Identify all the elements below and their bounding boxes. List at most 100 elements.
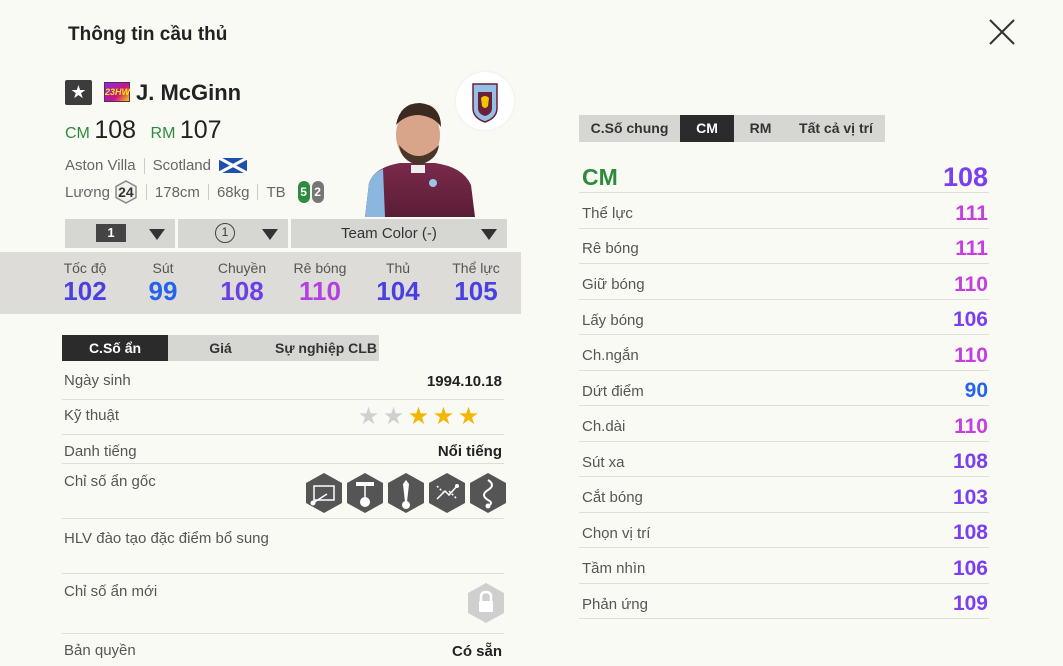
long-shot-trait-icon[interactable] bbox=[305, 472, 343, 514]
star-icon: ★ bbox=[70, 82, 87, 102]
wage-badge: 24 bbox=[114, 180, 138, 204]
training-value: 1 bbox=[215, 223, 235, 243]
fame-label: Danh tiếng bbox=[64, 443, 137, 460]
star-empty-icon: ★ bbox=[357, 403, 380, 430]
wage-value: 24 bbox=[118, 184, 134, 200]
skill-label: Kỹ thuật bbox=[64, 407, 120, 424]
stat-label: Phản ứng bbox=[582, 596, 648, 613]
tab-position-rm[interactable]: RM bbox=[734, 115, 787, 142]
stat-value: 111 bbox=[955, 237, 988, 260]
stat-label: Thể lực bbox=[582, 205, 633, 222]
stat-value: 108 bbox=[952, 450, 988, 473]
skill-foot-badge: 2 bbox=[311, 181, 324, 203]
traits-label: Chỉ số ẩn gốc bbox=[64, 473, 156, 490]
coach-trait-label: HLV đào tạo đặc điểm bổ sung bbox=[64, 530, 269, 547]
star-empty-icon: ★ bbox=[382, 403, 405, 430]
training-dropdown[interactable]: 1 bbox=[178, 219, 288, 248]
primary-ovr: 108 bbox=[94, 116, 137, 144]
stat-label: Chọn vị trí bbox=[582, 525, 651, 542]
row-divider bbox=[579, 512, 989, 513]
speed-dribbler-trait-icon[interactable] bbox=[387, 472, 425, 514]
wage-label: Lương bbox=[65, 183, 110, 201]
stat-value: 102 bbox=[63, 276, 107, 306]
stat-label: Sút bbox=[152, 260, 174, 276]
row-divider bbox=[579, 583, 989, 584]
traits-list bbox=[305, 472, 507, 514]
lock-icon[interactable] bbox=[467, 582, 505, 624]
primary-position: CM bbox=[65, 125, 90, 142]
tab-club-career[interactable]: Sự nghiệp CLB bbox=[273, 335, 379, 361]
player-name: J. McGinn bbox=[136, 80, 242, 105]
secondary-position: RM bbox=[150, 125, 176, 142]
main-stats-bar: Tốc độ 102 Sút 99 Chuyền 108 Rê bóng 110… bbox=[0, 252, 521, 314]
level-value: 1 bbox=[96, 224, 126, 242]
stat-label: Chuyền bbox=[217, 260, 267, 276]
stat-dribbling: Rê bóng 110 bbox=[280, 260, 360, 307]
birth-value: 1994.10.18 bbox=[426, 373, 502, 390]
tab-hidden-stats[interactable]: C.Số ẩn bbox=[62, 335, 168, 361]
club-crest bbox=[456, 72, 514, 130]
tab-price[interactable]: Giá bbox=[168, 335, 273, 361]
star-filled-icon: ★ bbox=[457, 403, 480, 430]
power-header-trait-icon[interactable] bbox=[346, 472, 384, 514]
stat-label: Rê bóng bbox=[293, 260, 347, 276]
divider bbox=[145, 184, 147, 200]
stat-value: 110 bbox=[954, 344, 988, 367]
row-divider bbox=[62, 399, 504, 400]
star-filled-icon: ★ bbox=[432, 403, 455, 430]
stat-value: 106 bbox=[952, 308, 988, 331]
stat-label: Rê bóng bbox=[582, 240, 639, 257]
nation-name: Scotland bbox=[152, 157, 211, 174]
stat-label: Lấy bóng bbox=[582, 312, 644, 329]
level-dropdown[interactable]: 1 bbox=[65, 219, 175, 248]
tab-all-positions[interactable]: Tất cả vị trí bbox=[787, 115, 885, 142]
row-divider bbox=[579, 547, 989, 548]
weak-foot-badge: 5 bbox=[297, 181, 310, 203]
physical-info-line: Lương 24 178cm 68kg TB 5 2 bbox=[65, 180, 324, 204]
close-button[interactable] bbox=[986, 16, 1018, 48]
selected-position: CM bbox=[582, 164, 618, 190]
season-badge: 23HW bbox=[104, 82, 130, 102]
stat-label: Thể lực bbox=[452, 260, 500, 276]
stat-value: 106 bbox=[952, 557, 988, 580]
divider bbox=[257, 184, 259, 200]
stat-value: 105 bbox=[454, 276, 498, 306]
height-value: 178cm bbox=[154, 183, 200, 201]
position-ratings: CM 108 RM 107 bbox=[65, 116, 232, 145]
favorite-star-button[interactable]: ★ bbox=[65, 80, 92, 105]
row-divider bbox=[579, 192, 989, 193]
skill-stars: ★ ★ ★ ★ ★ bbox=[356, 405, 481, 429]
stat-value: 104 bbox=[376, 276, 420, 306]
row-divider bbox=[579, 299, 989, 300]
tab-position-cm[interactable]: CM bbox=[680, 115, 734, 142]
club-name: Aston Villa bbox=[65, 157, 136, 174]
stat-value: 108 bbox=[220, 276, 264, 306]
playmaker-trait-icon[interactable] bbox=[428, 472, 466, 514]
page-title: Thông tin cầu thủ bbox=[68, 24, 228, 45]
stat-label: Cắt bóng bbox=[582, 489, 643, 506]
team-color-dropdown[interactable]: Team Color (-) bbox=[291, 219, 507, 248]
row-divider bbox=[579, 228, 989, 229]
stat-pace: Tốc độ 102 bbox=[45, 260, 125, 307]
secondary-ovr: 107 bbox=[179, 116, 222, 144]
fame-value: Nổi tiếng bbox=[437, 443, 502, 460]
dribble-trait-icon[interactable] bbox=[469, 472, 507, 514]
triangle-down-icon bbox=[481, 229, 497, 240]
stat-label: Thủ bbox=[385, 260, 411, 276]
row-divider bbox=[62, 633, 504, 634]
stat-value: 99 bbox=[148, 276, 178, 306]
tab-general-stats[interactable]: C.Số chung bbox=[579, 115, 680, 142]
stat-value: 110 bbox=[954, 273, 988, 296]
license-label: Bản quyền bbox=[64, 642, 136, 659]
stat-shooting: Sút 99 bbox=[123, 260, 203, 307]
triangle-down-icon bbox=[262, 229, 278, 240]
stat-label: Sút xa bbox=[582, 454, 625, 471]
birth-label: Ngày sinh bbox=[64, 372, 131, 389]
weight-value: 68kg bbox=[216, 183, 250, 201]
stat-physical: Thể lực 105 bbox=[436, 260, 516, 307]
row-divider bbox=[62, 463, 504, 464]
stat-value: 103 bbox=[952, 486, 988, 509]
stat-label: Ch.ngắn bbox=[582, 347, 639, 364]
stat-label: Giữ bóng bbox=[582, 276, 645, 293]
triangle-down-icon bbox=[149, 229, 165, 240]
